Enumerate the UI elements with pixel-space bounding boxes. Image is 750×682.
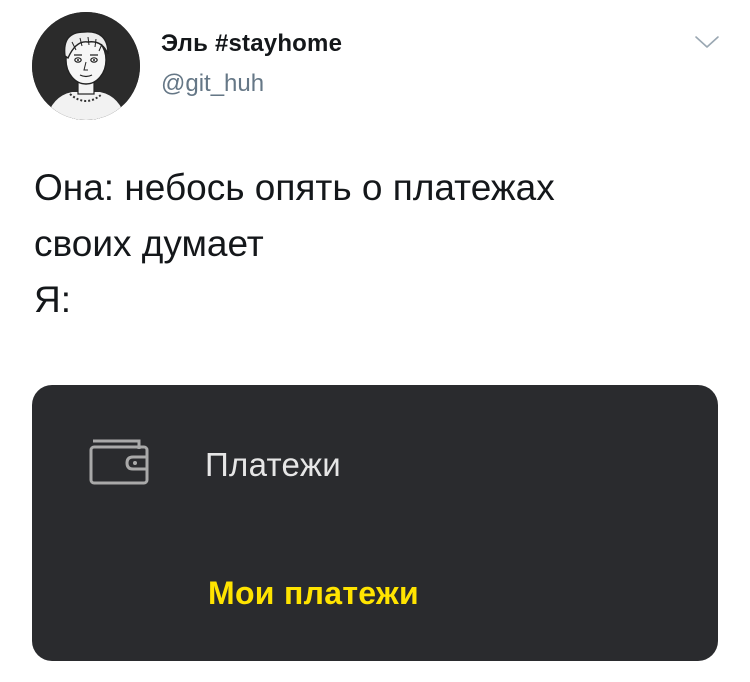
submenu-item-my-payments: Мои платежи: [208, 575, 419, 611]
menu-item-payments: Платежи: [205, 446, 341, 483]
avatar[interactable]: [32, 12, 140, 120]
tweet-text-line: Я:: [34, 279, 71, 320]
attached-image[interactable]: Платежи Мои платежи: [32, 385, 718, 661]
tweet-text: Она: небось опять о платежах своих думае…: [34, 160, 555, 328]
user-handle[interactable]: @git_huh: [161, 70, 264, 98]
tweet-text-line: своих думает: [34, 223, 264, 264]
tweet-text-line: Она: небось опять о платежах: [34, 167, 555, 208]
tweet: Эль #stayhome @git_huh Она: небось опять…: [0, 0, 750, 682]
display-name[interactable]: Эль #stayhome: [161, 30, 342, 58]
wallet-icon: [87, 431, 153, 489]
chevron-down-icon[interactable]: [694, 34, 720, 50]
avatar-illustration-icon: [32, 12, 140, 120]
